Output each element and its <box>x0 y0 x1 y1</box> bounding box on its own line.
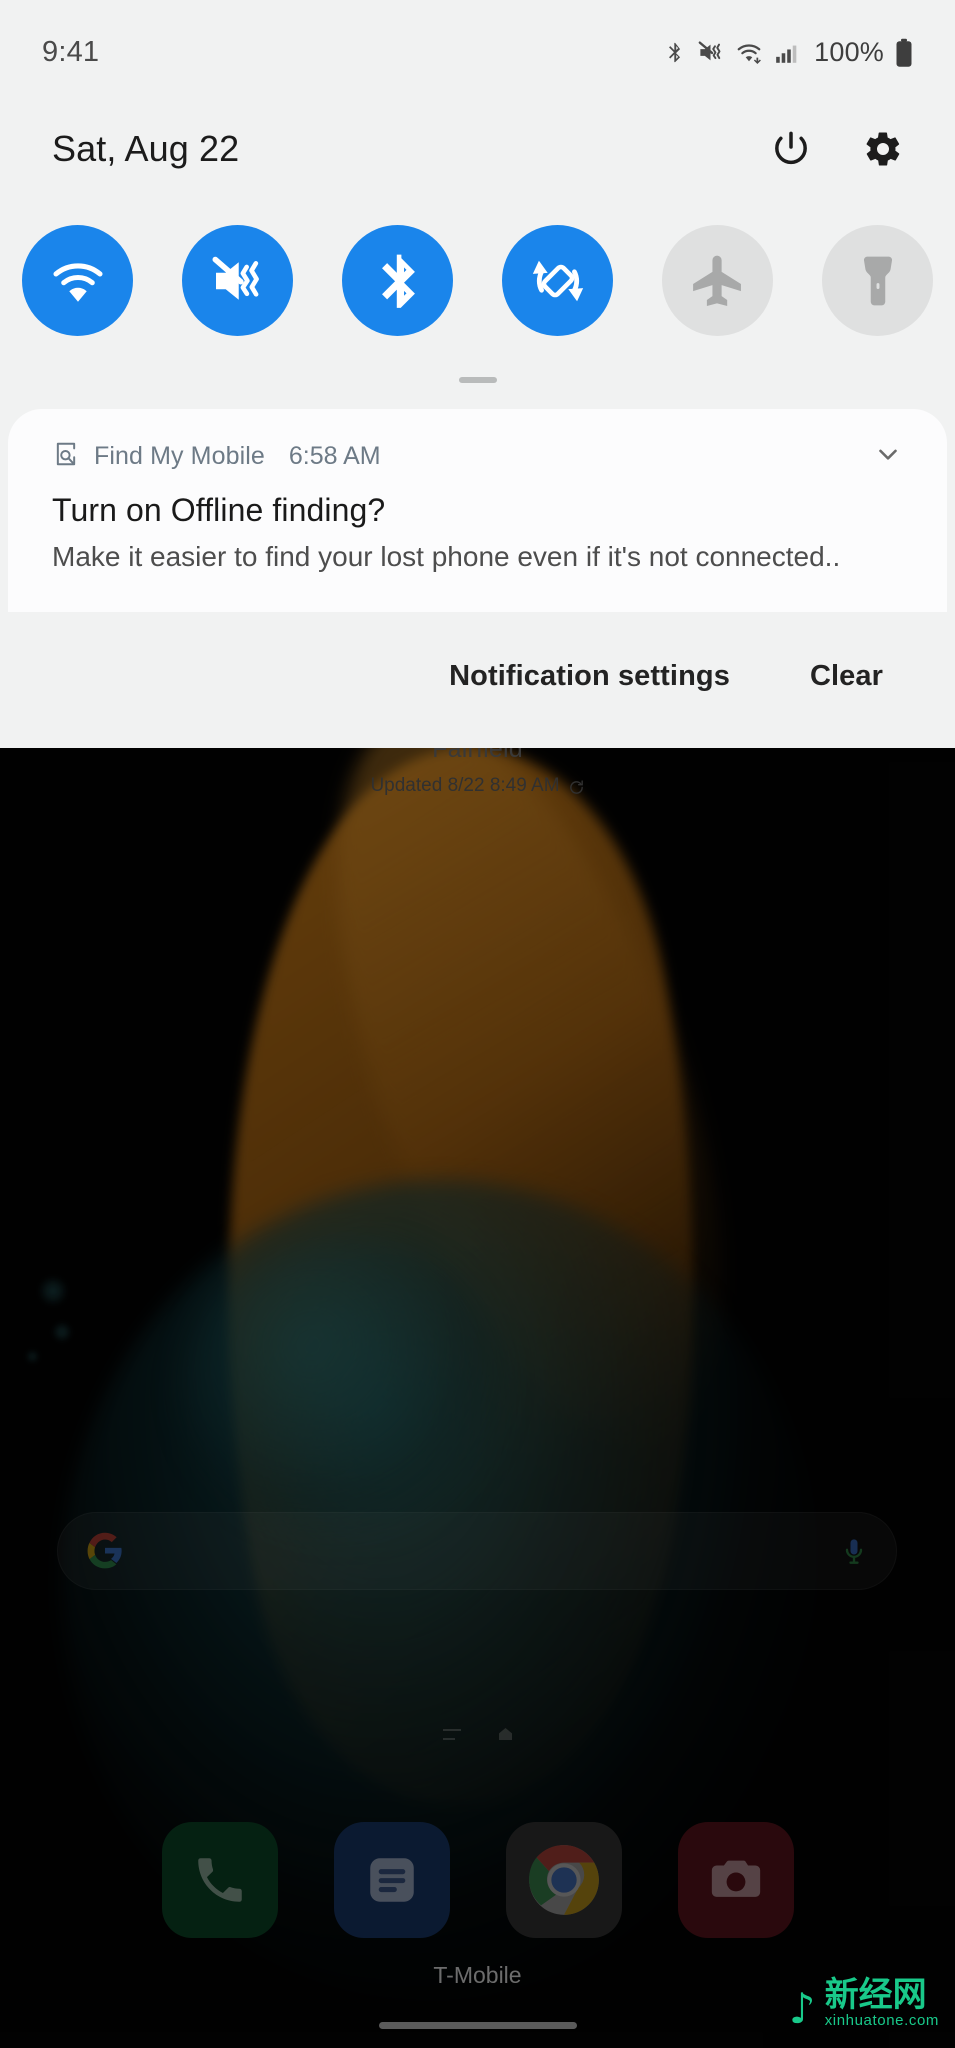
status-bar-clock: 9:41 <box>42 36 100 68</box>
home-dock <box>0 1822 955 1938</box>
shade-date-label: Sat, Aug 22 <box>52 128 240 169</box>
voice-search-icon[interactable] <box>840 1534 868 1568</box>
quick-tile-sound-mute[interactable] <box>182 225 293 336</box>
watermark-glyph: ♪ <box>788 1984 816 2033</box>
quick-tile-bluetooth[interactable] <box>342 225 453 336</box>
shade-header-buttons <box>771 129 903 169</box>
power-icon[interactable] <box>771 129 811 169</box>
shade-header: Sat, Aug 22 <box>0 105 955 193</box>
dock-item-phone[interactable] <box>161 1822 278 1938</box>
quick-tile-wifi[interactable] <box>22 225 133 336</box>
wallpaper-bubble <box>52 1322 72 1342</box>
gesture-navigation-bar[interactable] <box>378 2022 577 2029</box>
wifi-icon <box>735 38 763 67</box>
watermark: ♪ 新经网 xinhuatone.com <box>788 1974 939 2033</box>
dock-item-messages[interactable] <box>333 1822 450 1938</box>
notification-actions-bar: Notification settings Clear <box>8 612 947 740</box>
notification-shade-panel: 9:41 100% Sat, Aug 22 Find My Mobile 6:5… <box>0 0 955 748</box>
dock-item-camera[interactable] <box>677 1822 794 1938</box>
watermark-url: xinhuatone.com <box>824 2012 939 2030</box>
status-bar: 9:41 100% <box>0 0 955 105</box>
wallpaper-bubble <box>26 1350 39 1363</box>
notification-body: Make it easier to find your lost phone e… <box>52 541 841 572</box>
quick-settings-row <box>0 225 955 336</box>
notification-time: 6:58 AM <box>288 441 381 470</box>
quick-tile-airplane-mode[interactable] <box>662 225 773 336</box>
clear-button[interactable]: Clear <box>810 660 883 693</box>
notification-app-name: Find My Mobile <box>94 441 265 470</box>
wallpaper-teal-shape-2 <box>180 1240 510 1540</box>
chevron-down-icon[interactable] <box>873 439 903 474</box>
home-page-indicator-icon <box>499 1728 512 1740</box>
dock-item-chrome[interactable] <box>505 1822 622 1938</box>
bluetooth-icon <box>663 38 686 67</box>
notification-title: Turn on Offline finding? <box>52 492 386 528</box>
vibrate-mute-icon <box>697 38 724 67</box>
cellular-signal-icon <box>774 38 800 67</box>
quick-tile-flashlight[interactable] <box>822 225 933 336</box>
battery-icon <box>895 38 913 68</box>
shade-drag-handle[interactable] <box>458 377 497 383</box>
quick-tile-auto-rotate[interactable] <box>502 225 613 336</box>
app-list-indicator-icon <box>443 1728 461 1740</box>
phone-screen: Fairfield Updated 8/22 8:49 AM T-Mobile … <box>0 0 955 2048</box>
gear-icon[interactable] <box>863 129 903 169</box>
google-g-icon <box>86 1532 124 1570</box>
wallpaper-bubble <box>38 1276 68 1306</box>
home-page-indicator <box>0 1728 955 1740</box>
notification-settings-button[interactable]: Notification settings <box>449 660 730 693</box>
find-my-mobile-icon <box>52 439 80 474</box>
watermark-text: 新经网 <box>824 1974 927 2015</box>
status-bar-icons: 100% <box>663 37 913 68</box>
notification-header: Find My Mobile 6:58 AM <box>52 439 903 473</box>
google-search-bar[interactable] <box>57 1512 897 1590</box>
notification-card[interactable]: Find My Mobile 6:58 AM Turn on Offline f… <box>8 409 947 612</box>
battery-percent-label: 100% <box>814 37 884 67</box>
